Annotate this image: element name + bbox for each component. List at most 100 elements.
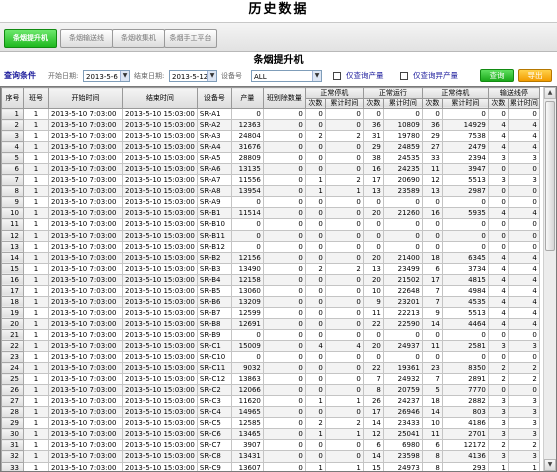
- table-cell: 0: [324, 152, 364, 165]
- table-cell: 0: [304, 218, 326, 231]
- vertical-scrollbar[interactable]: ▲ ▼: [543, 87, 556, 471]
- table-row[interactable]: 8 1 2013-5-10 7:03:00 2013-5-10 15:03:00 SR-…: [1, 185, 540, 198]
- col-end-time[interactable]: 结束时间: [122, 87, 198, 109]
- table-cell: 2013-5-10 15:03:00: [122, 439, 198, 452]
- table-row[interactable]: 7 1 2013-5-10 7:03:00 2013-5-10 15:03:00 SR-…: [1, 174, 540, 187]
- table-cell: 2013-5-10 15:03:00: [122, 229, 198, 242]
- table-cell: 1: [304, 185, 326, 198]
- only-output-checkbox[interactable]: [333, 72, 341, 80]
- col-start-time[interactable]: 开始时间: [48, 87, 123, 109]
- table-row[interactable]: 20 1 2013-5-10 7:03:00 2013-5-10 15:03:00 SR…: [1, 317, 540, 330]
- table-cell: 0: [421, 196, 443, 209]
- col-stop-time[interactable]: 累计时间: [324, 97, 364, 109]
- scrollbar-thumb[interactable]: [545, 101, 555, 251]
- col-wait-time[interactable]: 累计时间: [441, 97, 489, 109]
- tab-manual-platform[interactable]: 条烟手工平台: [164, 29, 217, 48]
- col-seq[interactable]: 序号: [1, 87, 24, 109]
- export-button[interactable]: 导出: [518, 69, 552, 82]
- table-row[interactable]: 15 1 2013-5-10 7:03:00 2013-5-10 15:03:00 SR…: [1, 262, 540, 275]
- end-date-select[interactable]: 2013-5-12 ▼: [169, 70, 217, 82]
- col-wait-count[interactable]: 次数: [421, 97, 443, 109]
- table-cell: 1: [324, 461, 364, 471]
- table-row[interactable]: 14 1 2013-5-10 7:03:00 2013-5-10 15:03:00 SR…: [1, 251, 540, 264]
- col-conveyor-count[interactable]: 次数: [487, 97, 509, 109]
- table-row[interactable]: 12 1 2013-5-10 7:03:00 2013-5-10 15:03:00 SR…: [1, 229, 540, 242]
- only-fault-checkbox[interactable]: [400, 72, 408, 80]
- table-row[interactable]: 29 1 2013-5-10 7:03:00 2013-5-10 15:03:00 SR…: [1, 417, 540, 430]
- table-row[interactable]: 21 1 2013-5-10 7:03:00 2013-5-10 15:03:00 SR…: [1, 328, 540, 341]
- row-number: 5: [1, 152, 24, 165]
- table-row[interactable]: 2 1 2013-5-10 7:03:00 2013-5-10 15:03:00 SR-…: [1, 119, 540, 132]
- table-cell: 1: [23, 262, 49, 275]
- col-stop-count[interactable]: 次数: [304, 97, 326, 109]
- col-run-count[interactable]: 次数: [362, 97, 384, 109]
- table-cell: 4464: [441, 317, 489, 330]
- col-output[interactable]: 产量: [230, 87, 264, 109]
- col-shift[interactable]: 班号: [23, 87, 49, 109]
- tab-lifter[interactable]: 条烟提升机: [4, 29, 57, 48]
- device-select[interactable]: ALL ▼: [251, 70, 322, 82]
- scroll-up-icon[interactable]: ▲: [544, 87, 556, 99]
- col-removed[interactable]: 班别除数量: [262, 87, 306, 109]
- table-row[interactable]: 16 1 2013-5-10 7:03:00 2013-5-10 15:03:00 SR…: [1, 273, 540, 286]
- table-cell: 0: [507, 384, 540, 397]
- table-cell: 4: [487, 295, 509, 308]
- table-row[interactable]: 24 1 2013-5-10 7:03:00 2013-5-10 15:03:00 SR…: [1, 362, 540, 375]
- table-row[interactable]: 11 1 2013-5-10 7:03:00 2013-5-10 15:03:00 SR…: [1, 218, 540, 231]
- table-cell: 12: [421, 174, 443, 187]
- table-cell: 2: [487, 373, 509, 386]
- table-cell: 0: [324, 439, 364, 452]
- table-cell: 4: [507, 317, 540, 330]
- table-row[interactable]: 9 1 2013-5-10 7:03:00 2013-5-10 15:03:00 SR-…: [1, 196, 540, 209]
- table-cell: 0: [324, 351, 364, 364]
- table-cell: 0: [304, 406, 326, 419]
- table-row[interactable]: 30 1 2013-5-10 7:03:00 2013-5-10 15:03:00 SR…: [1, 428, 540, 441]
- table-cell: 2: [487, 362, 509, 375]
- table-row[interactable]: 23 1 2013-5-10 7:03:00 2013-5-10 15:03:00 SR…: [1, 351, 540, 364]
- table-cell: 19361: [382, 362, 423, 375]
- table-row[interactable]: 1 1 2013-5-10 7:03:00 2013-5-10 15:03:00 SR-…: [1, 107, 540, 121]
- table-row[interactable]: 5 1 2013-5-10 7:03:00 2013-5-10 15:03:00 SR-…: [1, 152, 540, 165]
- row-number: 23: [1, 351, 24, 364]
- table-row[interactable]: 25 1 2013-5-10 7:03:00 2013-5-10 15:03:00 SR…: [1, 373, 540, 386]
- table-cell: 3: [507, 428, 540, 441]
- table-row[interactable]: 27 1 2013-5-10 7:03:00 2013-5-10 15:03:00 SR…: [1, 395, 540, 408]
- table-row[interactable]: 22 1 2013-5-10 7:03:00 2013-5-10 15:03:00 SR…: [1, 339, 540, 353]
- row-number: 16: [1, 273, 24, 286]
- table-cell: 2701: [441, 428, 489, 441]
- row-number: 17: [1, 284, 24, 297]
- col-device[interactable]: 设备号: [196, 87, 232, 109]
- group-normal-stop: 正常停机: [304, 87, 364, 99]
- table-row[interactable]: 17 1 2013-5-10 7:03:00 2013-5-10 15:03:00 SR…: [1, 284, 540, 297]
- table-cell: 1: [23, 152, 49, 165]
- table-cell: 12: [362, 428, 384, 441]
- table-row[interactable]: 18 1 2013-5-10 7:03:00 2013-5-10 15:03:00 SR…: [1, 295, 540, 308]
- table-row[interactable]: 26 1 2013-5-10 7:03:00 2013-5-10 15:03:00 SR…: [1, 384, 540, 397]
- table-row[interactable]: 28 1 2013-5-10 7:03:00 2013-5-10 15:03:00 SR…: [1, 406, 540, 419]
- group-normal-run: 正常运行: [362, 87, 423, 99]
- row-number: 24: [1, 362, 24, 375]
- tab-conveyor[interactable]: 条烟输送线: [60, 29, 113, 48]
- table-cell: 0: [382, 218, 423, 231]
- table-row[interactable]: 19 1 2013-5-10 7:03:00 2013-5-10 15:03:00 SR…: [1, 306, 540, 319]
- table-row[interactable]: 31 1 2013-5-10 7:03:00 2013-5-10 15:03:00 SR…: [1, 439, 540, 452]
- row-number: 2: [1, 119, 24, 132]
- start-date-select[interactable]: 2013-5-6 ▼: [83, 70, 130, 82]
- table-row[interactable]: 3 1 2013-5-10 7:03:00 2013-5-10 15:03:00 SR-…: [1, 130, 540, 143]
- col-conveyor-time[interactable]: 累计时间: [507, 97, 540, 109]
- table-row[interactable]: 13 1 2013-5-10 7:03:00 2013-5-10 15:03:00 SR…: [1, 240, 540, 253]
- table-row[interactable]: 33 1 2013-5-10 7:03:00 2013-5-10 15:03:00 SR…: [1, 461, 540, 471]
- table-cell: 2013-5-10 7:03:00: [48, 107, 123, 121]
- col-run-time[interactable]: 累计时间: [382, 97, 423, 109]
- table-cell: 36: [362, 119, 384, 132]
- tab-collector[interactable]: 条烟收集机: [112, 29, 165, 48]
- table-cell: 4: [487, 284, 509, 297]
- table-cell: 3947: [441, 163, 489, 176]
- table-row[interactable]: 32 1 2013-5-10 7:03:00 2013-5-10 15:03:00 SR…: [1, 450, 540, 463]
- table-row[interactable]: 10 1 2013-5-10 7:03:00 2013-5-10 15:03:00 SR…: [1, 207, 540, 220]
- scroll-down-icon[interactable]: ▼: [544, 459, 556, 471]
- table-cell: SR-C7: [196, 439, 232, 452]
- table-row[interactable]: 4 1 2013-5-10 7:03:00 2013-5-10 15:03:00 SR-…: [1, 141, 540, 154]
- table-row[interactable]: 6 1 2013-5-10 7:03:00 2013-5-10 15:03:00 SR-…: [1, 163, 540, 176]
- query-button[interactable]: 查询: [480, 69, 514, 82]
